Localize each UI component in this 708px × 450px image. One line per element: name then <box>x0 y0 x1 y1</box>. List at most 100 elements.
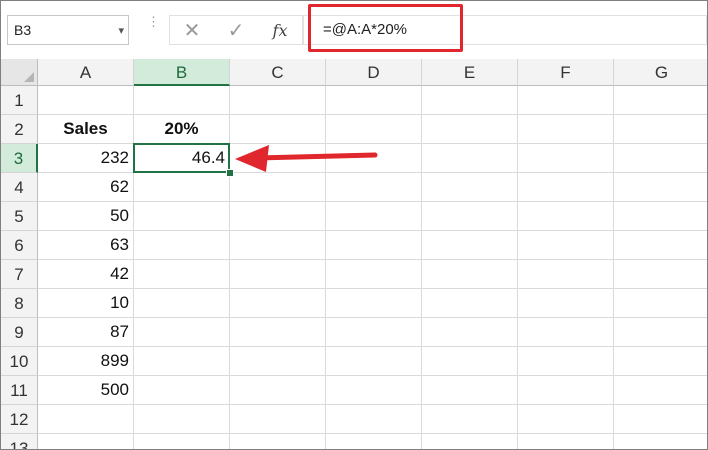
cell-b13[interactable] <box>134 434 230 449</box>
cell-b7[interactable] <box>134 260 230 289</box>
cell-e2[interactable] <box>422 115 518 144</box>
column-header-e[interactable]: E <box>422 59 518 86</box>
cell-b11[interactable] <box>134 376 230 405</box>
row-header-11[interactable]: 11 <box>1 376 38 405</box>
cell-e13[interactable] <box>422 434 518 449</box>
cell-d7[interactable] <box>326 260 422 289</box>
cell-g13[interactable] <box>614 434 707 449</box>
cell-e4[interactable] <box>422 173 518 202</box>
cell-g2[interactable] <box>614 115 707 144</box>
cell-c1[interactable] <box>230 86 326 115</box>
cell-a6[interactable]: 63 <box>38 231 134 260</box>
cell-e8[interactable] <box>422 289 518 318</box>
column-header-f[interactable]: F <box>518 59 614 86</box>
cell-a10[interactable]: 899 <box>38 347 134 376</box>
row-header-9[interactable]: 9 <box>1 318 38 347</box>
cell-c10[interactable] <box>230 347 326 376</box>
cell-b8[interactable] <box>134 289 230 318</box>
cell-e6[interactable] <box>422 231 518 260</box>
cell-d6[interactable] <box>326 231 422 260</box>
cell-a8[interactable]: 10 <box>38 289 134 318</box>
cell-a12[interactable] <box>38 405 134 434</box>
cell-b4[interactable] <box>134 173 230 202</box>
cell-e7[interactable] <box>422 260 518 289</box>
cell-d10[interactable] <box>326 347 422 376</box>
cell-c7[interactable] <box>230 260 326 289</box>
cell-b5[interactable] <box>134 202 230 231</box>
row-header-1[interactable]: 1 <box>1 86 38 115</box>
cell-f2[interactable] <box>518 115 614 144</box>
cell-f1[interactable] <box>518 86 614 115</box>
cell-b10[interactable] <box>134 347 230 376</box>
row-header-8[interactable]: 8 <box>1 289 38 318</box>
cell-g5[interactable] <box>614 202 707 231</box>
column-header-c[interactable]: C <box>230 59 326 86</box>
cell-b2[interactable]: 20% <box>134 115 230 144</box>
cell-a7[interactable]: 42 <box>38 260 134 289</box>
cell-c5[interactable] <box>230 202 326 231</box>
cell-e10[interactable] <box>422 347 518 376</box>
cell-b1[interactable] <box>134 86 230 115</box>
cell-f3[interactable] <box>518 144 614 173</box>
name-box[interactable]: B3 ▾ <box>7 15 129 45</box>
cell-e9[interactable] <box>422 318 518 347</box>
row-header-2[interactable]: 2 <box>1 115 38 144</box>
cell-a13[interactable] <box>38 434 134 449</box>
column-header-d[interactable]: D <box>326 59 422 86</box>
cell-c13[interactable] <box>230 434 326 449</box>
cell-g1[interactable] <box>614 86 707 115</box>
cell-g12[interactable] <box>614 405 707 434</box>
cell-f4[interactable] <box>518 173 614 202</box>
cell-d9[interactable] <box>326 318 422 347</box>
cell-a9[interactable]: 87 <box>38 318 134 347</box>
cell-g11[interactable] <box>614 376 707 405</box>
cell-e1[interactable] <box>422 86 518 115</box>
cell-f6[interactable] <box>518 231 614 260</box>
cell-g6[interactable] <box>614 231 707 260</box>
cell-a5[interactable]: 50 <box>38 202 134 231</box>
cell-g9[interactable] <box>614 318 707 347</box>
cell-a1[interactable] <box>38 86 134 115</box>
cell-f12[interactable] <box>518 405 614 434</box>
enter-icon[interactable]: ✓ <box>222 19 250 43</box>
cell-d8[interactable] <box>326 289 422 318</box>
column-header-b[interactable]: B <box>134 59 230 86</box>
cell-d1[interactable] <box>326 86 422 115</box>
insert-function-icon[interactable]: fx <box>266 19 294 43</box>
cell-g8[interactable] <box>614 289 707 318</box>
row-header-3[interactable]: 3 <box>1 144 38 173</box>
cell-a2[interactable]: Sales <box>38 115 134 144</box>
cell-b12[interactable] <box>134 405 230 434</box>
row-header-10[interactable]: 10 <box>1 347 38 376</box>
cell-c9[interactable] <box>230 318 326 347</box>
cell-d11[interactable] <box>326 376 422 405</box>
cell-e11[interactable] <box>422 376 518 405</box>
cell-b3[interactable]: 46.4 <box>134 144 230 173</box>
cell-c12[interactable] <box>230 405 326 434</box>
row-header-5[interactable]: 5 <box>1 202 38 231</box>
cell-f13[interactable] <box>518 434 614 449</box>
cell-d13[interactable] <box>326 434 422 449</box>
chevron-down-icon[interactable]: ▾ <box>118 17 124 45</box>
cell-g7[interactable] <box>614 260 707 289</box>
column-header-a[interactable]: A <box>38 59 134 86</box>
cell-a4[interactable]: 62 <box>38 173 134 202</box>
select-all-button[interactable] <box>1 59 38 86</box>
cell-c6[interactable] <box>230 231 326 260</box>
column-header-g[interactable]: G <box>614 59 707 86</box>
cell-f8[interactable] <box>518 289 614 318</box>
cell-b6[interactable] <box>134 231 230 260</box>
row-header-6[interactable]: 6 <box>1 231 38 260</box>
row-header-7[interactable]: 7 <box>1 260 38 289</box>
cell-d12[interactable] <box>326 405 422 434</box>
row-header-13[interactable]: 13 <box>1 434 38 449</box>
cancel-icon[interactable]: ✕ <box>178 19 206 43</box>
cell-b9[interactable] <box>134 318 230 347</box>
cell-f9[interactable] <box>518 318 614 347</box>
cell-f11[interactable] <box>518 376 614 405</box>
cell-e3[interactable] <box>422 144 518 173</box>
cell-a3[interactable]: 232 <box>38 144 134 173</box>
cell-c11[interactable] <box>230 376 326 405</box>
cell-f7[interactable] <box>518 260 614 289</box>
cell-g4[interactable] <box>614 173 707 202</box>
